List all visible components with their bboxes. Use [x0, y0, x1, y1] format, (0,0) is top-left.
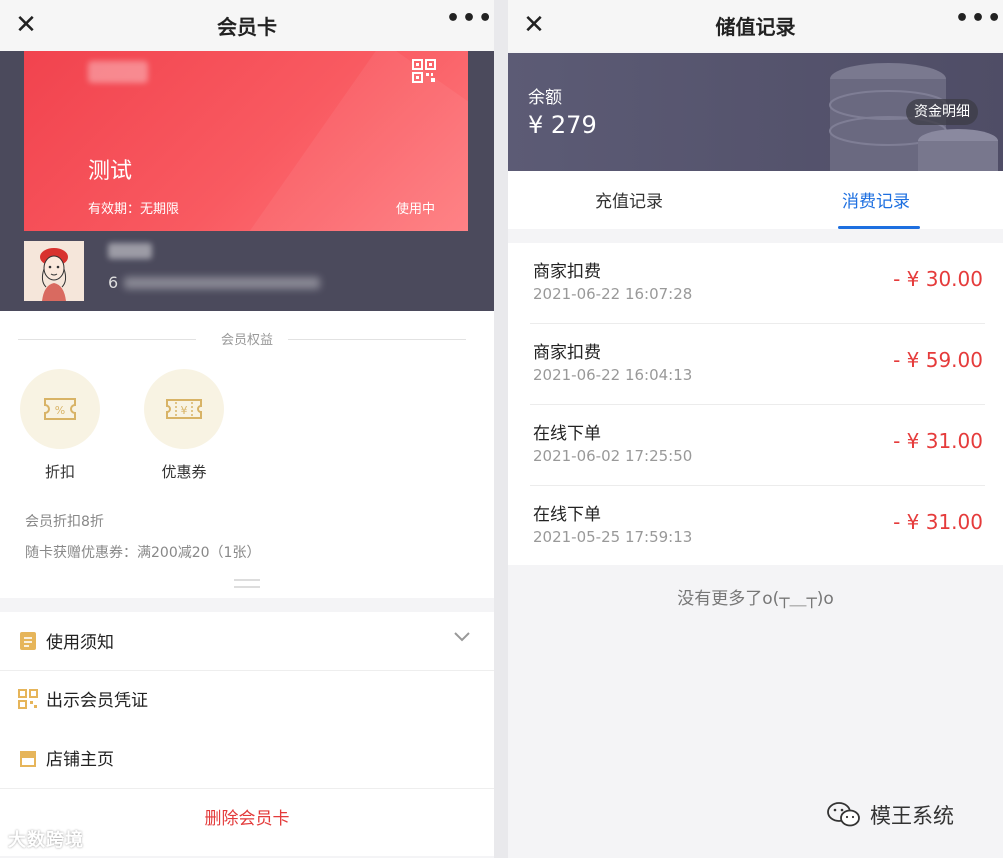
card-name: 测试	[88, 159, 133, 184]
card-header: 测试 有效期：无期限 使用中 6	[0, 51, 494, 311]
chevron-down-icon[interactable]	[452, 626, 472, 646]
nav-bar: ✕ 会员卡 •••	[0, 0, 494, 51]
fund-detail-button[interactable]: 资金明细	[906, 99, 978, 125]
qr-code-icon[interactable]	[412, 59, 436, 83]
record-title: 在线下单	[533, 505, 601, 525]
page-title: 会员卡	[217, 15, 277, 39]
avatar-illustration	[24, 241, 84, 301]
close-button[interactable]: ✕	[12, 11, 40, 39]
record-time: 2021-06-02 17:25:50	[533, 447, 693, 465]
no-more-text: 没有更多了o(┬＿┬)o	[677, 589, 834, 609]
list-item[interactable]: 在线下单 2021-05-25 17:59:13 - ¥ 31.00	[508, 486, 1003, 566]
record-tabs: 充值记录 消费记录	[508, 171, 1003, 229]
benefit-discount[interactable]: % 折扣	[20, 369, 100, 482]
benefit-desc-discount: 会员折扣8折	[25, 514, 104, 530]
record-title: 在线下单	[533, 424, 601, 444]
wechat-icon	[827, 802, 860, 827]
menu-item-show-credential[interactable]: 出示会员凭证	[0, 670, 494, 728]
record-amount: - ¥ 30.00	[893, 267, 983, 291]
menu-label: 使用须知	[46, 633, 114, 653]
record-amount: - ¥ 31.00	[893, 510, 983, 534]
card-number: 6	[108, 273, 119, 292]
avatar	[24, 241, 84, 301]
benefits-section: 会员权益 % 折扣 ¥ 优惠券 会员折扣8折 随卡获赠优惠券：满200减20（1…	[0, 311, 494, 598]
balance-banner: 余额 ¥ 279 资金明细	[508, 53, 1003, 171]
tab-consumption-records[interactable]: 消费记录	[842, 187, 910, 212]
divider	[0, 788, 494, 789]
menu-label: 店铺主页	[46, 750, 114, 770]
card-validity: 有效期：无期限	[88, 202, 180, 217]
balance-label: 余额	[528, 88, 562, 108]
record-title: 商家扣费	[533, 262, 601, 282]
tab-recharge-records[interactable]: 充值记录	[595, 187, 663, 212]
member-card-screen: ✕ 会员卡 ••• 测试 有效期：无期限 使用中 6 会员权益 % 折扣 ¥ 优…	[0, 0, 494, 858]
benefit-desc-coupon: 随卡获赠优惠券：满200减20（1张）	[25, 545, 261, 561]
more-button[interactable]: •••	[446, 6, 492, 36]
list-item[interactable]: 商家扣费 2021-06-22 16:04:13 - ¥ 59.00	[508, 324, 1003, 404]
benefit-icon-circle: ¥	[144, 369, 224, 449]
record-time: 2021-05-25 17:59:13	[533, 528, 693, 546]
records-list: 商家扣费 2021-06-22 16:07:28 - ¥ 30.00 商家扣费 …	[508, 243, 1003, 565]
close-button[interactable]: ✕	[520, 11, 548, 39]
svg-text:%: %	[55, 404, 65, 417]
menu-item-shop-home[interactable]: 店铺主页	[0, 729, 494, 787]
benefit-icon-circle: %	[20, 369, 100, 449]
list-item[interactable]: 商家扣费 2021-06-22 16:07:28 - ¥ 30.00	[508, 243, 1003, 323]
menu-list: 使用须知 出示会员凭证 店铺主页 删除会员卡	[0, 612, 494, 856]
balance-amount: ¥ 279	[528, 111, 597, 139]
more-button[interactable]: •••	[955, 6, 1001, 36]
coupon-ticket-icon: ¥	[166, 399, 202, 419]
active-tab-indicator	[838, 226, 920, 229]
watermark: 大数跨境	[8, 830, 84, 851]
drag-handle[interactable]	[234, 579, 260, 588]
blurred-store-name	[88, 61, 148, 83]
notice-doc-icon	[20, 632, 36, 650]
blurred-card-number	[124, 277, 320, 289]
record-time: 2021-06-22 16:07:28	[533, 285, 693, 303]
svg-text:¥: ¥	[181, 404, 188, 417]
record-time: 2021-06-22 16:04:13	[533, 366, 693, 384]
page-title: 储值记录	[715, 15, 796, 39]
nav-bar: ✕ 储值记录 •••	[508, 0, 1003, 51]
shop-icon	[20, 751, 36, 767]
menu-label: 出示会员凭证	[46, 691, 148, 711]
list-item[interactable]: 在线下单 2021-06-02 17:25:50 - ¥ 31.00	[508, 405, 1003, 485]
watermark: 模王系统	[826, 800, 954, 830]
watermark-text: 模王系统	[870, 804, 954, 828]
discount-ticket-icon: %	[44, 398, 76, 420]
record-amount: - ¥ 31.00	[893, 429, 983, 453]
blurred-member-name	[108, 243, 152, 259]
menu-item-usage-notice[interactable]: 使用须知	[0, 612, 494, 670]
record-title: 商家扣费	[533, 343, 601, 363]
benefit-label: 折扣	[44, 463, 75, 481]
stored-value-screen: ✕ 储值记录 ••• 余额 ¥ 279 资金明细 充值记录 消费记录 商家扣费 …	[508, 0, 1003, 858]
card-status: 使用中	[396, 202, 436, 217]
record-amount: - ¥ 59.00	[893, 348, 983, 372]
qr-code-icon	[18, 689, 38, 709]
benefit-label: 优惠券	[161, 463, 207, 481]
member-card[interactable]: 测试 有效期：无期限 使用中	[24, 51, 468, 231]
benefits-title: 会员权益	[220, 333, 273, 348]
benefit-coupon[interactable]: ¥ 优惠券	[144, 369, 224, 482]
